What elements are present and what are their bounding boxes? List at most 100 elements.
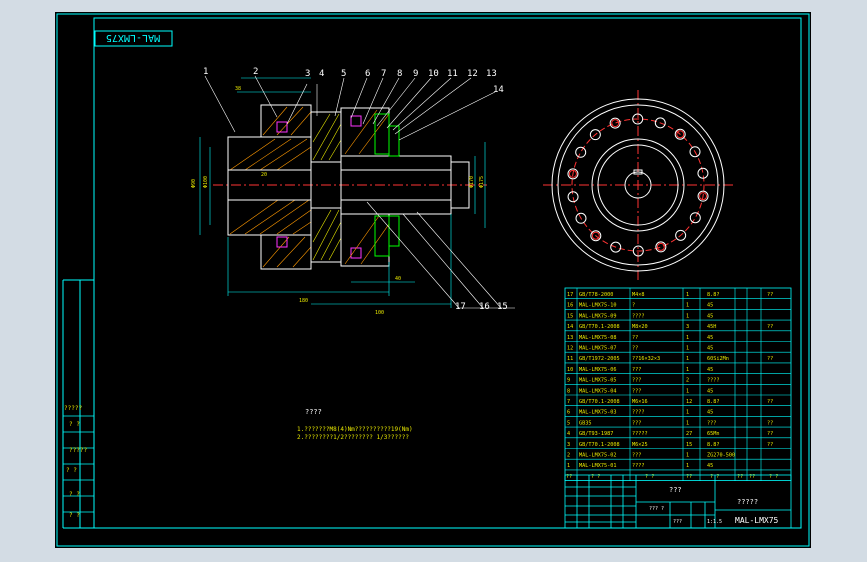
bom-cell: MAL-LMX75-10 <box>579 303 616 309</box>
bom-cell: ??? <box>632 388 641 394</box>
bom-cell: M6×16 <box>632 399 648 405</box>
bom-table: 17 GB/T78-2000 M4×8 1 8.8? ??16 MAL-LMX75-10? 1… <box>564 287 792 482</box>
bom-cell: ??? <box>632 367 641 373</box>
drawing-sheet: MAL-LMX75 1 2 3 4 5 6 7 8 9 10 11 12 13 … <box>55 12 811 548</box>
bom-cell: ????? <box>632 431 648 437</box>
bolt-hole-inner <box>656 242 665 251</box>
dim-d5: Φ175 <box>479 176 485 188</box>
bom-cell: 45 <box>707 313 713 319</box>
bom-cell: 1 <box>686 313 689 319</box>
bom-cell: 1 <box>686 335 689 341</box>
bom-cell: ???? <box>707 378 720 384</box>
bom-cell: GB35 <box>579 420 592 426</box>
bom-cell: 45 <box>707 388 713 394</box>
bom-cell: MAL-LMX75-05 <box>579 378 616 384</box>
bom-cell: 9 <box>567 378 570 384</box>
balloon-6: 6 <box>365 69 370 79</box>
bom-cell: MAL-LMX75-06 <box>579 367 616 373</box>
stamp-5: ? ? <box>69 491 80 498</box>
bom-cell: 1 <box>686 367 689 373</box>
bom-cell: GB/T70.1-2008 <box>579 399 620 405</box>
bom-cell: GB/T1972-2005 <box>579 356 620 362</box>
stamp-6: ? ? <box>69 512 80 519</box>
bom-cell: M8×20 <box>632 324 648 330</box>
bom-cell: ???? <box>632 313 645 319</box>
bom-cell: ?? <box>767 356 773 362</box>
title-assembly: ????? <box>737 498 758 506</box>
balloon-15: 15 <box>497 302 508 312</box>
bom-cell: ?? <box>632 335 638 341</box>
balloon-12: 12 <box>467 69 478 79</box>
bom-cell: 8.8? <box>707 442 720 448</box>
bom-cell: 1 <box>686 292 689 298</box>
bom-cell: GB/T70.1-2008 <box>579 324 620 330</box>
bom-cell: 5 <box>567 420 570 426</box>
tech-notes-title: ???? <box>305 408 322 416</box>
title-code: MAL-LMX75 <box>735 516 779 525</box>
bom-cell: ZG270-500 <box>707 453 735 459</box>
bom-cell: MAL-LMX75-04 <box>579 388 616 394</box>
bolt-hole <box>697 167 709 179</box>
bom-cell: M4×8 <box>632 292 645 298</box>
balloon-7: 7 <box>381 69 386 79</box>
balloon-17: 17 <box>455 302 466 312</box>
bom-cell: 45 <box>707 303 713 309</box>
bom-cell: ??? <box>632 378 641 384</box>
bom-cell: 1 <box>567 463 570 469</box>
bom-cell: ?? <box>767 420 773 426</box>
balloon-4: 4 <box>319 69 324 79</box>
dimension-texts: 180 100 40 20 38 Φ90 Φ100 Φ170 Φ175 <box>191 86 485 316</box>
bom-cell: GB/T70.1-2008 <box>579 442 620 448</box>
bolt-hole <box>689 212 701 224</box>
dim-d1: Φ90 <box>191 179 197 188</box>
bom-cell: 16 <box>567 303 573 309</box>
balloon-2: 2 <box>253 67 258 77</box>
bom-cell: 45 <box>707 346 713 352</box>
dim-len5: 100 <box>375 310 384 316</box>
bom-cell: ?? <box>767 442 773 448</box>
bom-cell: GB/T93-1987 <box>579 431 613 437</box>
bom-cell: MAL-LMX75-09 <box>579 313 616 319</box>
bom-cell: 45 <box>707 335 713 341</box>
bom-cell: 6 <box>567 410 570 416</box>
bom-cell: 2 <box>686 378 689 384</box>
bom-cell: 45 <box>707 410 713 416</box>
bom-cell: 4 <box>567 431 570 437</box>
drawing-code-rotated: MAL-LMX75 <box>106 32 160 43</box>
balloon-5: 5 <box>341 69 346 79</box>
bom-cell: 1 <box>686 346 689 352</box>
balloon-16: 16 <box>479 302 490 312</box>
bom-cell: 60Si2Mn <box>707 356 729 362</box>
bolt-hole <box>575 146 587 158</box>
bom-cell: ?? <box>767 292 773 298</box>
bom-cell: 14 <box>567 324 573 330</box>
bom-cell: 45 <box>707 367 713 373</box>
dim-len1: 180 <box>299 298 308 304</box>
dim-d4: Φ170 <box>469 176 475 188</box>
bom-cell: ?? <box>767 399 773 405</box>
bom-cell: 8 <box>567 388 570 394</box>
bom-cell: 8.8? <box>707 399 720 405</box>
title-company: ??? <box>669 486 682 494</box>
bom-cell: 15 <box>567 313 573 319</box>
bom-cell: GB/T78-2000 <box>579 292 613 298</box>
dim-len3: 40 <box>395 276 401 282</box>
dim-len2: 38 <box>235 86 241 92</box>
bom-cell: 3 <box>567 442 570 448</box>
bom-cell: 12 <box>567 346 573 352</box>
bom-cell: ?? <box>632 346 638 352</box>
stamp-4: ? ? <box>66 467 77 474</box>
balloon-8: 8 <box>397 69 402 79</box>
balloon-10: 10 <box>428 69 439 79</box>
bom-cell: ??? <box>707 420 716 426</box>
bom-cell: 13 <box>567 335 573 341</box>
bom-cell: 7 <box>567 399 570 405</box>
bom-cell: 17 <box>567 292 573 298</box>
title-scale-label: ??? ? <box>649 506 664 512</box>
bolt-hole <box>567 191 579 203</box>
tech-note-1: 1.???????M8(4)Nm??????????19(Nm) <box>297 426 413 433</box>
bom-cell: ???? <box>632 410 645 416</box>
bom-cell: 1 <box>686 303 689 309</box>
cad-drawing: MAL-LMX75 1 2 3 4 5 6 7 8 9 10 11 12 13 … <box>56 13 810 547</box>
bolt-hole-inner <box>611 119 620 128</box>
